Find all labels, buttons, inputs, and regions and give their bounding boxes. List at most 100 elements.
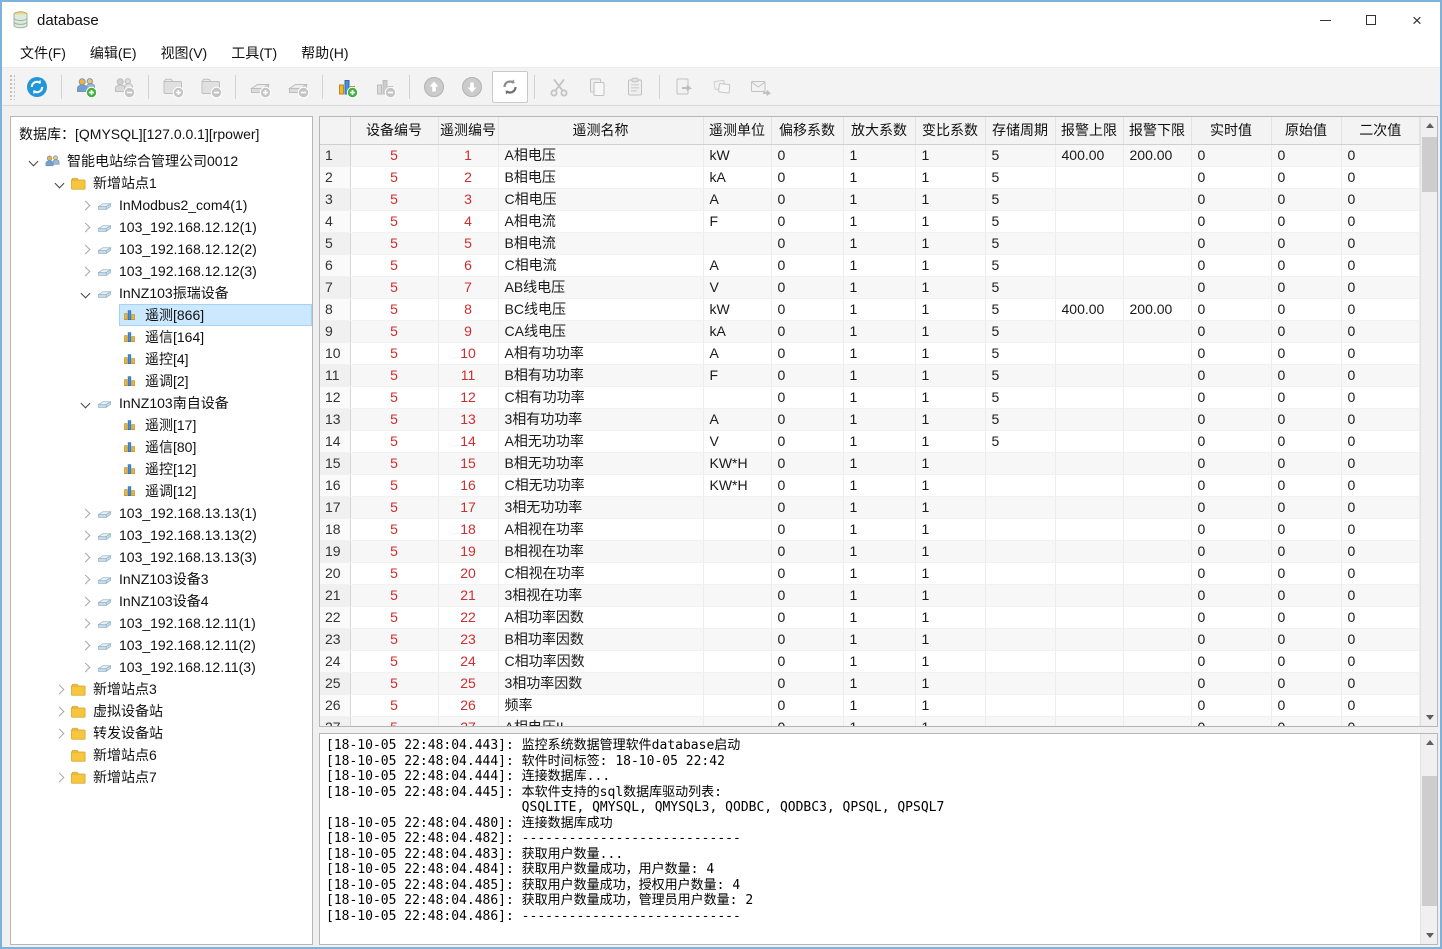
cell[interactable]: 0	[771, 232, 843, 254]
tree-item-area[interactable]: 103_192.168.13.13(3)	[93, 546, 312, 568]
cell[interactable]: 5	[350, 672, 438, 694]
cell[interactable]: A	[703, 254, 771, 276]
cell[interactable]: 0	[1191, 584, 1271, 606]
cell[interactable]: 1	[915, 320, 985, 342]
cell[interactable]: V	[703, 430, 771, 452]
cell[interactable]: 0	[1341, 430, 1420, 452]
cell[interactable]	[985, 672, 1055, 694]
cell[interactable]	[703, 232, 771, 254]
cell[interactable]	[1123, 452, 1191, 474]
row-number[interactable]: 15	[320, 452, 350, 474]
cell[interactable]	[1055, 716, 1123, 726]
cell[interactable]: 1	[915, 562, 985, 584]
row-number[interactable]: 17	[320, 496, 350, 518]
tree-item[interactable]: 遥信[164]	[11, 326, 312, 348]
cell[interactable]: 0	[1191, 518, 1271, 540]
cell[interactable]: 0	[1191, 210, 1271, 232]
cell[interactable]: 1	[843, 584, 915, 606]
table-row[interactable]: 353C相电压A0115000	[320, 188, 1420, 210]
column-header[interactable]: 偏移系数	[771, 117, 843, 144]
cell[interactable]: 26	[438, 694, 498, 716]
cell[interactable]: 0	[1271, 694, 1341, 716]
cell[interactable]: 1	[915, 364, 985, 386]
cell[interactable]	[703, 584, 771, 606]
cell[interactable]	[985, 628, 1055, 650]
table-row[interactable]: 454A相电流F0115000	[320, 210, 1420, 232]
cell[interactable]: 0	[1341, 474, 1420, 496]
cell[interactable]: A相电压	[498, 144, 703, 166]
cell[interactable]: 1	[915, 628, 985, 650]
scroll-up-button[interactable]	[1421, 734, 1438, 751]
cell[interactable]: 0	[1271, 210, 1341, 232]
cell[interactable]: 0	[1271, 562, 1341, 584]
cell[interactable]: C相电压	[498, 188, 703, 210]
tree-item-area[interactable]: 103_192.168.12.12(1)	[93, 216, 312, 238]
menu-tools[interactable]: 工具(T)	[219, 39, 289, 67]
cell[interactable]: 1	[915, 584, 985, 606]
cell[interactable]: 5	[985, 188, 1055, 210]
cell[interactable]: 5	[350, 584, 438, 606]
cell[interactable]	[1123, 188, 1191, 210]
tree-item[interactable]: 103_192.168.13.13(2)	[11, 524, 312, 546]
cell[interactable]: CA线电压	[498, 320, 703, 342]
cell[interactable]: 1	[843, 606, 915, 628]
cell[interactable]: 0	[1271, 606, 1341, 628]
row-number[interactable]: 26	[320, 694, 350, 716]
tree-item-area[interactable]: 遥信[80]	[119, 436, 312, 458]
tree-item-area[interactable]: 遥调[2]	[119, 370, 312, 392]
cell[interactable]: 0	[1191, 672, 1271, 694]
tree-item[interactable]: InNZ103振瑞设备	[11, 282, 312, 304]
cell[interactable]: C相电流	[498, 254, 703, 276]
cell[interactable]	[1055, 166, 1123, 188]
cell[interactable]: 0	[1191, 650, 1271, 672]
cell[interactable]: 0	[771, 562, 843, 584]
remove-device-button[interactable]	[280, 71, 316, 103]
cell[interactable]: 1	[843, 188, 915, 210]
cell[interactable]: 0	[1271, 672, 1341, 694]
tree-item[interactable]: 新增站点1	[11, 172, 312, 194]
cell[interactable]: 19	[438, 540, 498, 562]
cell[interactable]	[703, 694, 771, 716]
tree-item[interactable]: 103_192.168.12.11(1)	[11, 612, 312, 634]
cell[interactable]	[703, 496, 771, 518]
tree-item[interactable]: 103_192.168.12.11(3)	[11, 656, 312, 678]
scroll-up-button[interactable]	[1421, 117, 1438, 134]
table-row[interactable]: 215213相视在功率011000	[320, 584, 1420, 606]
tree-item-area[interactable]: 遥信[164]	[119, 326, 312, 348]
row-number[interactable]: 21	[320, 584, 350, 606]
cell[interactable]: 0	[1271, 628, 1341, 650]
cell[interactable]: 5	[350, 518, 438, 540]
cell[interactable]: 1	[915, 166, 985, 188]
cell[interactable]	[1123, 320, 1191, 342]
cell[interactable]: 0	[771, 540, 843, 562]
cell[interactable]	[703, 606, 771, 628]
tree-item-area[interactable]: InModbus2_com4(1)	[93, 194, 312, 216]
cell[interactable]: A	[703, 408, 771, 430]
table-row[interactable]: 175173相无功功率011000	[320, 496, 1420, 518]
tree-item[interactable]: 新增站点3	[11, 678, 312, 700]
cell[interactable]: F	[703, 364, 771, 386]
cell[interactable]	[985, 716, 1055, 726]
row-number[interactable]: 8	[320, 298, 350, 320]
row-number[interactable]: 4	[320, 210, 350, 232]
cell[interactable]: 0	[1271, 430, 1341, 452]
cell[interactable]: B相电压	[498, 166, 703, 188]
tree-item[interactable]: 103_192.168.12.11(2)	[11, 634, 312, 656]
cell[interactable]: 1	[843, 474, 915, 496]
cell[interactable]: 1	[915, 606, 985, 628]
cell[interactable]: 1	[915, 716, 985, 726]
cell[interactable]: 0	[1191, 320, 1271, 342]
tree-item-area[interactable]: 新增站点3	[67, 678, 312, 700]
cell[interactable]: 0	[771, 672, 843, 694]
cell[interactable]: 5	[350, 606, 438, 628]
cell[interactable]: 0	[1341, 386, 1420, 408]
sync-button[interactable]	[19, 71, 55, 103]
tree-item[interactable]: InModbus2_com4(1)	[11, 194, 312, 216]
cell[interactable]: 1	[843, 518, 915, 540]
collapse-arrow-icon[interactable]	[25, 158, 41, 165]
menu-view[interactable]: 视图(V)	[149, 39, 220, 67]
cell[interactable]: 1	[915, 474, 985, 496]
tree-item-area[interactable]: 遥控[12]	[119, 458, 312, 480]
cell[interactable]	[1123, 276, 1191, 298]
table-vertical-scrollbar[interactable]	[1420, 117, 1437, 726]
